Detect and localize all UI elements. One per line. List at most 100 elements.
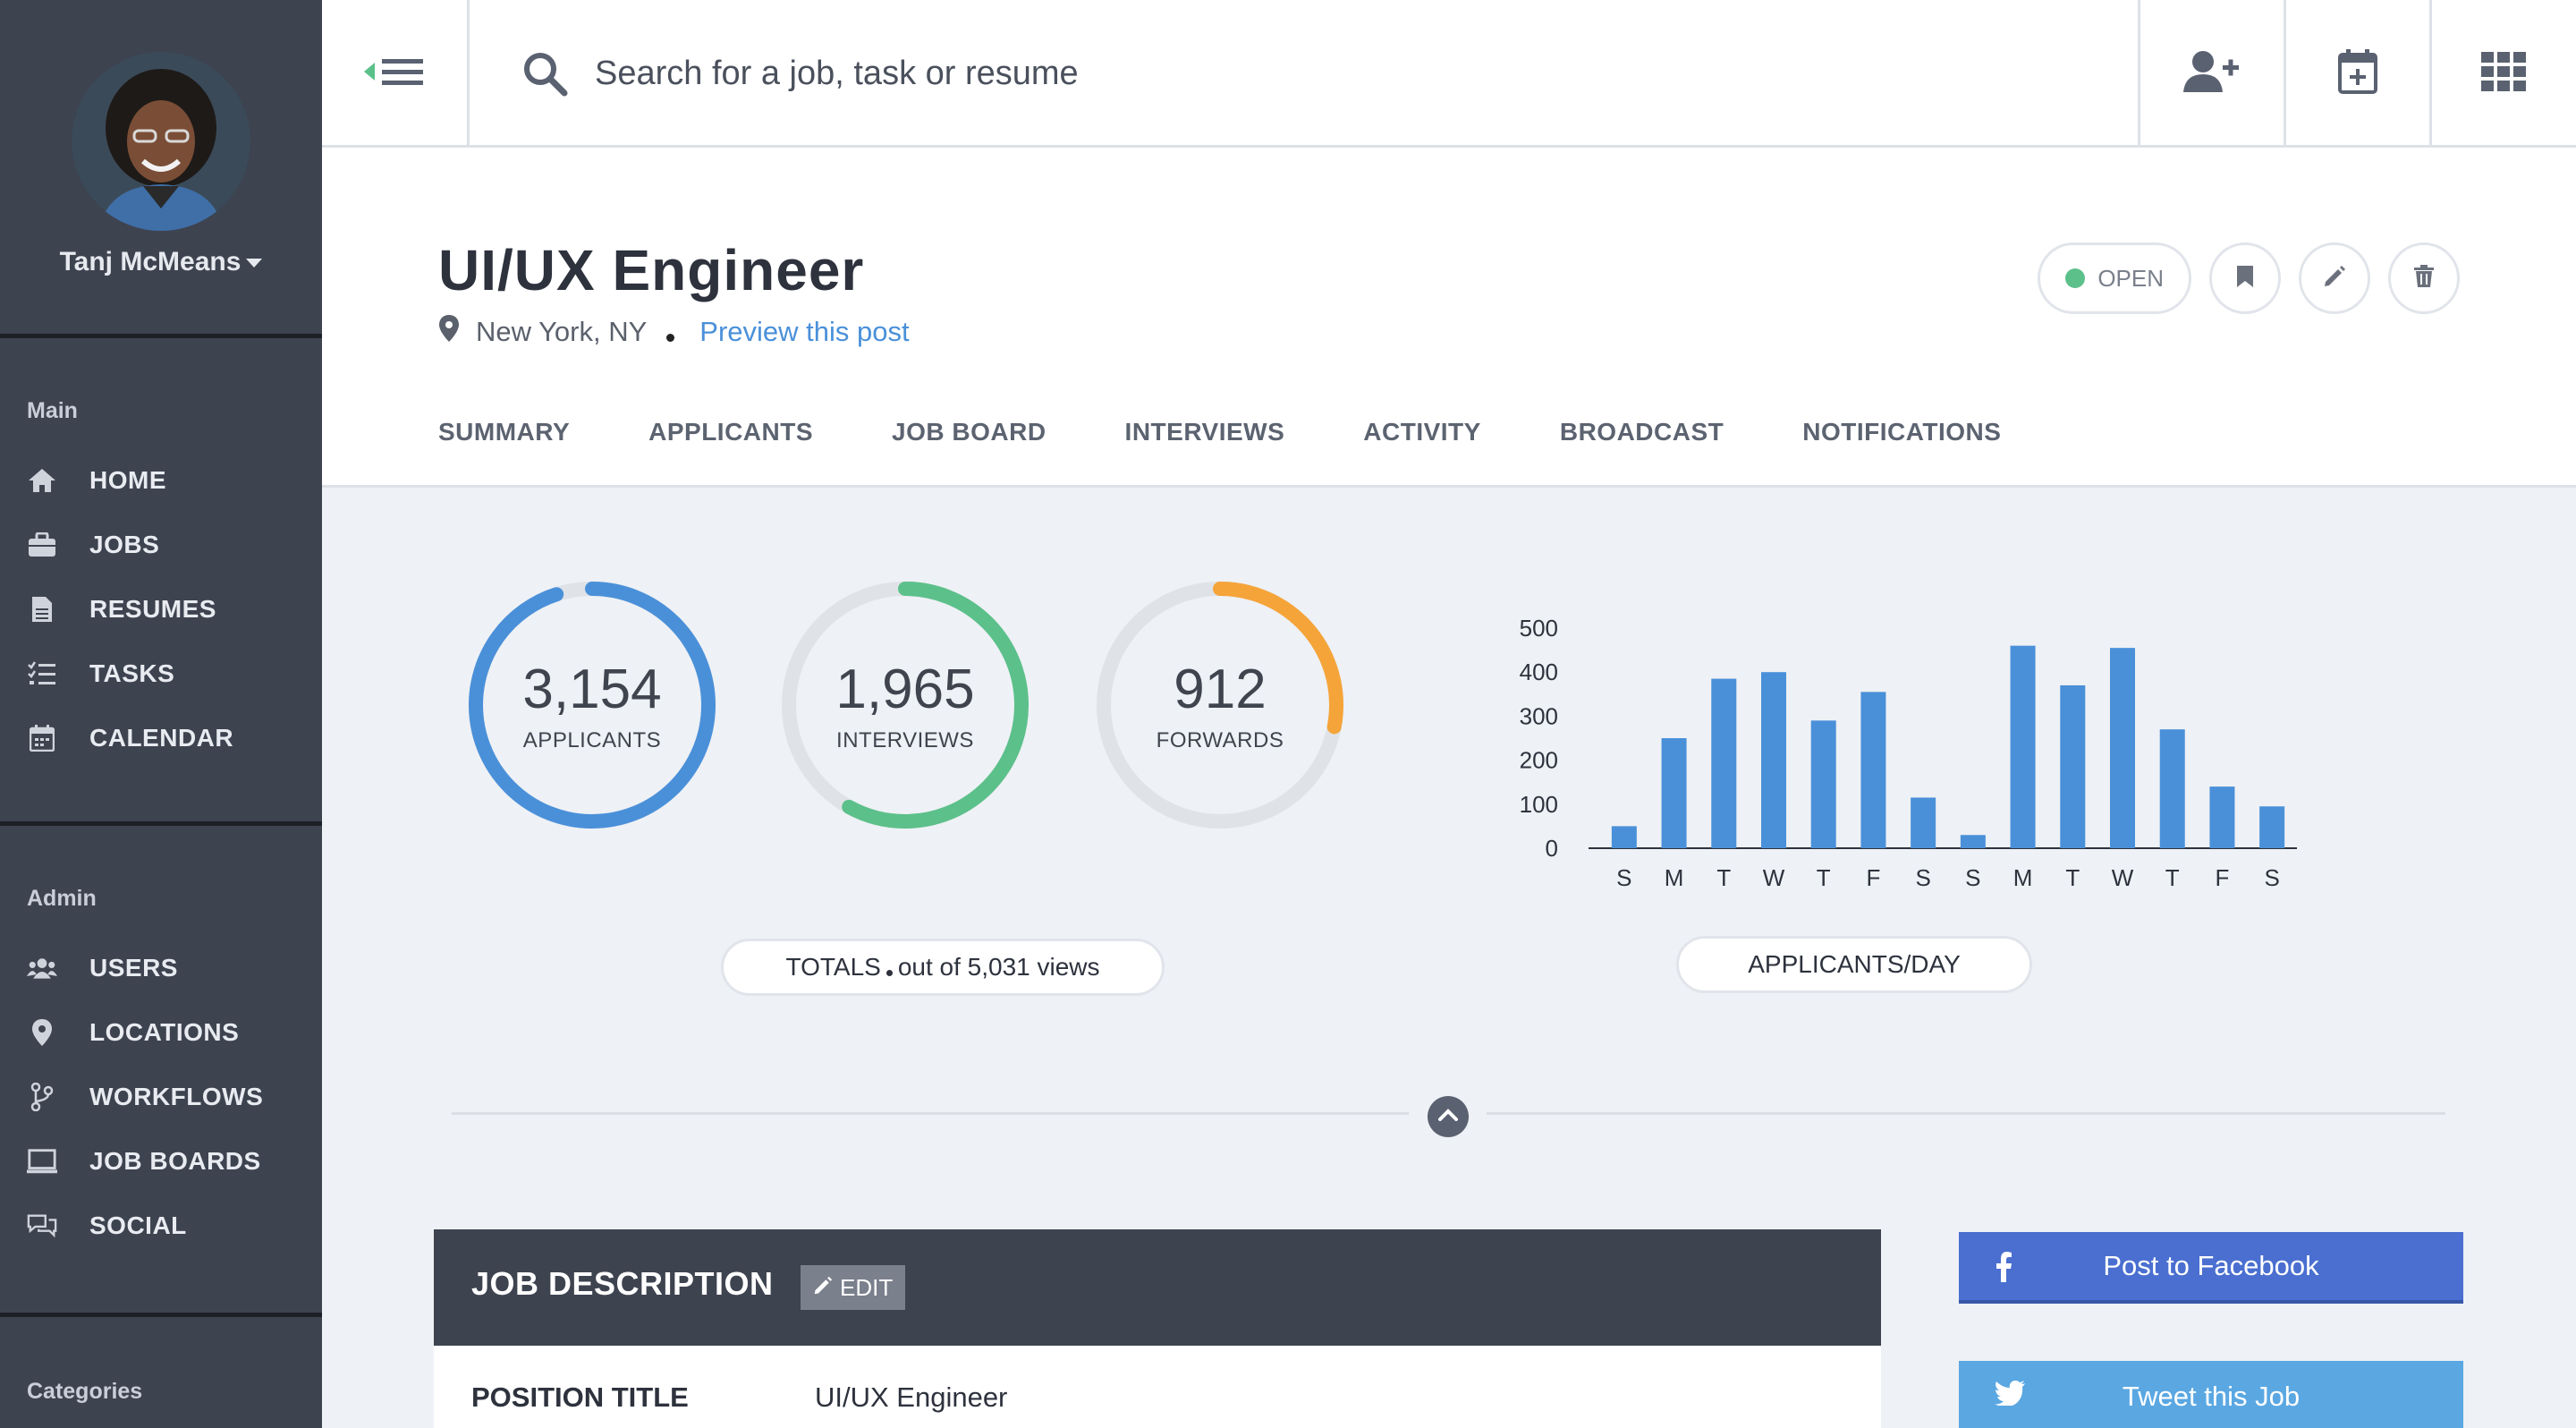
sidebar-item-home[interactable]: HOME bbox=[0, 455, 322, 506]
separator-dot bbox=[886, 969, 893, 976]
sidebar-item-label: TASKS bbox=[89, 659, 175, 687]
chart-bar bbox=[1860, 692, 1886, 848]
ring-center: 1,965 INTERVIEWS bbox=[775, 575, 1035, 835]
delete-button[interactable] bbox=[2388, 242, 2460, 314]
chart-bar bbox=[2159, 729, 2185, 848]
header-actions: OPEN bbox=[2038, 242, 2460, 314]
collapse-button[interactable] bbox=[1428, 1096, 1469, 1137]
calendar-plus-icon bbox=[2338, 49, 2377, 98]
x-tick-label: W bbox=[1763, 864, 1785, 891]
sidebar-item-locations[interactable]: LOCATIONS bbox=[0, 1007, 322, 1058]
y-tick-label: 100 bbox=[1520, 791, 1558, 818]
edit-description-button[interactable]: EDIT bbox=[801, 1265, 906, 1310]
applicants-per-day-chart: 0 100 200 300 400 500 S M T W T F S S M T W T F S bbox=[1520, 615, 2297, 891]
sidebar-item-users[interactable]: USERS bbox=[0, 943, 322, 993]
job-header: UI/UX Engineer New York, NY Preview this… bbox=[322, 148, 2576, 488]
job-description-body: POSITION TITLE UI/UX Engineer bbox=[434, 1346, 1881, 1428]
sidebar-item-job-boards[interactable]: JOB BOARDS bbox=[0, 1136, 322, 1186]
sidebar-item-social[interactable]: SOCIAL bbox=[0, 1201, 322, 1251]
x-tick-label: T bbox=[2065, 864, 2080, 891]
chat-bubbles-icon bbox=[27, 1211, 57, 1241]
status-label: OPEN bbox=[2097, 264, 2164, 292]
facebook-icon bbox=[1995, 1252, 2012, 1289]
stat-applicants: 3,154 APPLICANTS bbox=[462, 575, 722, 835]
job-location: New York, NY bbox=[476, 316, 648, 347]
add-user-icon bbox=[2183, 49, 2241, 98]
chevron-up-icon bbox=[1437, 1108, 1459, 1126]
x-tick-label: T bbox=[1817, 864, 1831, 891]
preview-post-link[interactable]: Preview this post bbox=[699, 316, 909, 348]
interviews-count: 1,965 bbox=[835, 658, 975, 720]
sidebar-item-label: SOCIAL bbox=[89, 1211, 187, 1239]
field-value: UI/UX Engineer bbox=[815, 1381, 1008, 1413]
chart-bar bbox=[1661, 738, 1687, 848]
tweet-job-button[interactable]: Tweet this Job bbox=[1959, 1361, 2463, 1428]
avatar[interactable] bbox=[72, 52, 250, 231]
search-input[interactable] bbox=[595, 47, 2026, 100]
twitter-icon bbox=[1995, 1381, 2025, 1413]
stat-forwards: 912 FORWARDS bbox=[1090, 575, 1350, 835]
x-tick-label: T bbox=[2165, 864, 2180, 891]
bookmark-button[interactable] bbox=[2209, 242, 2281, 314]
apps-button[interactable] bbox=[2429, 0, 2575, 148]
sidebar-item-workflows[interactable]: WORKFLOWS bbox=[0, 1072, 322, 1122]
job-description-title: JOB DESCRIPTION bbox=[471, 1265, 774, 1302]
tab-interviews[interactable]: INTERVIEWS bbox=[1125, 418, 1285, 446]
add-event-button[interactable] bbox=[2284, 0, 2429, 148]
edit-button[interactable] bbox=[2299, 242, 2370, 314]
sidebar-item-tasks[interactable]: TASKS bbox=[0, 649, 322, 699]
tab-job-board[interactable]: JOB BOARD bbox=[892, 418, 1046, 446]
chevron-down-icon bbox=[246, 259, 263, 268]
tab-applicants[interactable]: APPLICANTS bbox=[648, 418, 813, 446]
applicants-label: APPLICANTS bbox=[522, 727, 662, 752]
tab-activity[interactable]: ACTIVITY bbox=[1363, 418, 1481, 446]
chart-bar bbox=[2209, 786, 2235, 848]
stat-interviews: 1,965 INTERVIEWS bbox=[775, 575, 1035, 835]
users-icon bbox=[27, 953, 57, 983]
separator-dot bbox=[666, 333, 675, 342]
x-tick-label: W bbox=[2112, 864, 2134, 891]
apps-grid-icon bbox=[2481, 52, 2526, 96]
user-name-menu[interactable]: Tanj McMeans bbox=[0, 247, 322, 277]
chart-bar bbox=[1810, 720, 1836, 848]
user-name: Tanj McMeans bbox=[59, 247, 242, 276]
x-tick-label: S bbox=[1965, 864, 1980, 891]
chart-bar bbox=[1711, 678, 1737, 848]
section-title-admin: Admin bbox=[27, 886, 97, 911]
totals-prefix: TOTALS bbox=[785, 953, 881, 981]
tab-broadcast[interactable]: BROADCAST bbox=[1560, 418, 1724, 446]
sidebar-item-label: CALENDAR bbox=[89, 724, 234, 752]
sidebar-item-label: RESUMES bbox=[89, 595, 216, 623]
tab-summary[interactable]: SUMMARY bbox=[438, 418, 570, 446]
branch-icon bbox=[27, 1082, 57, 1112]
sidebar-item-label: USERS bbox=[89, 954, 178, 982]
pencil-icon bbox=[2323, 265, 2346, 293]
sidebar: Tanj McMeans Main HOME JOBS RESUMES TASK… bbox=[0, 0, 322, 1428]
chart-bar bbox=[2259, 806, 2285, 848]
chart-bar bbox=[1761, 672, 1786, 848]
interviews-label: INTERVIEWS bbox=[836, 727, 974, 752]
sidebar-toggle-button[interactable] bbox=[322, 0, 470, 148]
sidebar-item-label: JOBS bbox=[89, 531, 160, 558]
sidebar-item-label: HOME bbox=[89, 466, 166, 494]
y-tick-label: 400 bbox=[1520, 659, 1558, 685]
totals-suffix: out of 5,031 views bbox=[897, 953, 1100, 981]
add-user-button[interactable] bbox=[2138, 0, 2284, 148]
status-badge[interactable]: OPEN bbox=[2038, 242, 2191, 314]
chart-bar bbox=[2110, 648, 2135, 848]
sidebar-item-calendar[interactable]: CALENDAR bbox=[0, 713, 322, 763]
forwards-count: 912 bbox=[1174, 658, 1267, 720]
x-tick-label: M bbox=[1665, 864, 1684, 891]
x-tick-label: F bbox=[1866, 864, 1880, 891]
sidebar-item-label: JOB BOARDS bbox=[89, 1147, 261, 1175]
divider-right bbox=[1487, 1112, 2445, 1115]
tasks-icon bbox=[27, 659, 57, 689]
tab-notifications[interactable]: NOTIFICATIONS bbox=[1802, 418, 2001, 446]
facebook-label: Post to Facebook bbox=[2103, 1250, 2319, 1281]
post-to-facebook-button[interactable]: Post to Facebook bbox=[1959, 1232, 2463, 1304]
divider-left bbox=[452, 1112, 1409, 1115]
x-tick-label: S bbox=[2264, 864, 2279, 891]
home-icon bbox=[27, 465, 57, 496]
sidebar-item-jobs[interactable]: JOBS bbox=[0, 520, 322, 570]
sidebar-item-resumes[interactable]: RESUMES bbox=[0, 584, 322, 634]
